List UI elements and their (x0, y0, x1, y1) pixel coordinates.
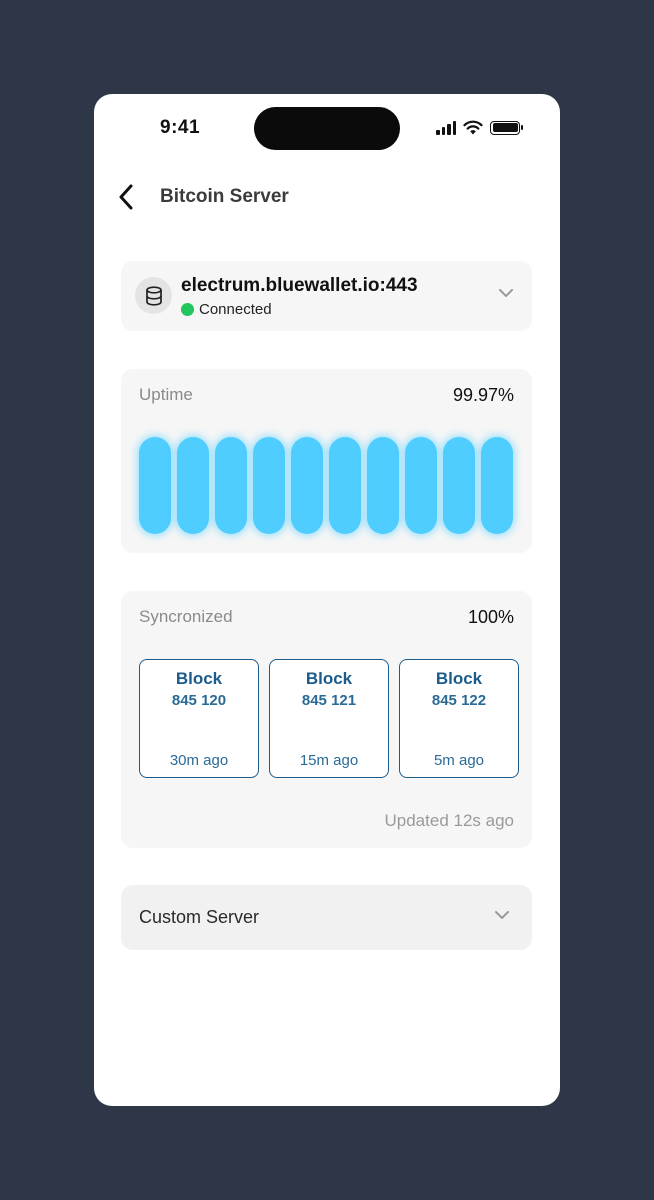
uptime-bar (139, 437, 171, 534)
uptime-value: 99.97% (452, 385, 514, 405)
sync-card: Syncronized 100% Block 845 120 30m ago B… (121, 591, 532, 848)
signal-icon (436, 120, 456, 135)
dynamic-island (254, 107, 400, 150)
sync-value: 100% (467, 607, 514, 627)
connection-status: Connected (181, 301, 272, 318)
custom-server-toggle[interactable]: Custom Server (121, 885, 532, 950)
sync-label: Syncronized (139, 607, 233, 626)
uptime-bar (215, 437, 247, 534)
uptime-bar (443, 437, 475, 534)
uptime-bar (177, 437, 209, 534)
block-label: Block (305, 669, 353, 688)
phone-screen: 9:41 Bitcoin Server electrum.bluewallet.… (94, 94, 560, 1106)
block-card[interactable]: Block 845 122 5m ago (399, 659, 519, 778)
battery-icon (490, 120, 523, 135)
uptime-bar (291, 437, 323, 534)
uptime-bars (139, 437, 513, 534)
uptime-bar (481, 437, 513, 534)
updated-text: Updated 12s ago (384, 811, 515, 830)
block-card[interactable]: Block 845 120 30m ago (139, 659, 259, 778)
block-time: 15m ago (299, 752, 359, 769)
chevron-down-icon (495, 911, 509, 919)
uptime-label: Uptime (139, 385, 193, 404)
uptime-bar (405, 437, 437, 534)
wifi-icon (463, 120, 483, 135)
block-card[interactable]: Block 845 121 15m ago (269, 659, 389, 778)
status-time: 9:41 (160, 117, 201, 138)
header: Bitcoin Server (114, 182, 289, 212)
back-button[interactable] (114, 182, 138, 212)
uptime-bar (329, 437, 361, 534)
block-number: 845 121 (301, 692, 357, 709)
custom-server-label: Custom Server (139, 907, 260, 927)
chevron-left-icon (119, 184, 133, 210)
status-dot (181, 303, 194, 316)
uptime-bar (367, 437, 399, 534)
block-number: 845 122 (431, 692, 487, 709)
block-list: Block 845 120 30m ago Block 845 121 15m … (139, 659, 519, 778)
block-time: 5m ago (433, 752, 485, 769)
block-time: 30m ago (169, 752, 229, 769)
block-label: Block (435, 669, 483, 688)
chevron-down-icon[interactable] (498, 288, 514, 298)
uptime-bar (253, 437, 285, 534)
server-host: electrum.bluewallet.io:443 (181, 275, 418, 296)
status-icons (436, 120, 523, 135)
status-text: Connected (199, 301, 272, 318)
block-number: 845 120 (171, 692, 227, 709)
uptime-card: Uptime 99.97% (121, 369, 532, 553)
page-title: Bitcoin Server (160, 186, 289, 207)
block-label: Block (175, 669, 223, 688)
database-icon (135, 277, 172, 314)
server-selector[interactable]: electrum.bluewallet.io:443 Connected (121, 261, 532, 331)
